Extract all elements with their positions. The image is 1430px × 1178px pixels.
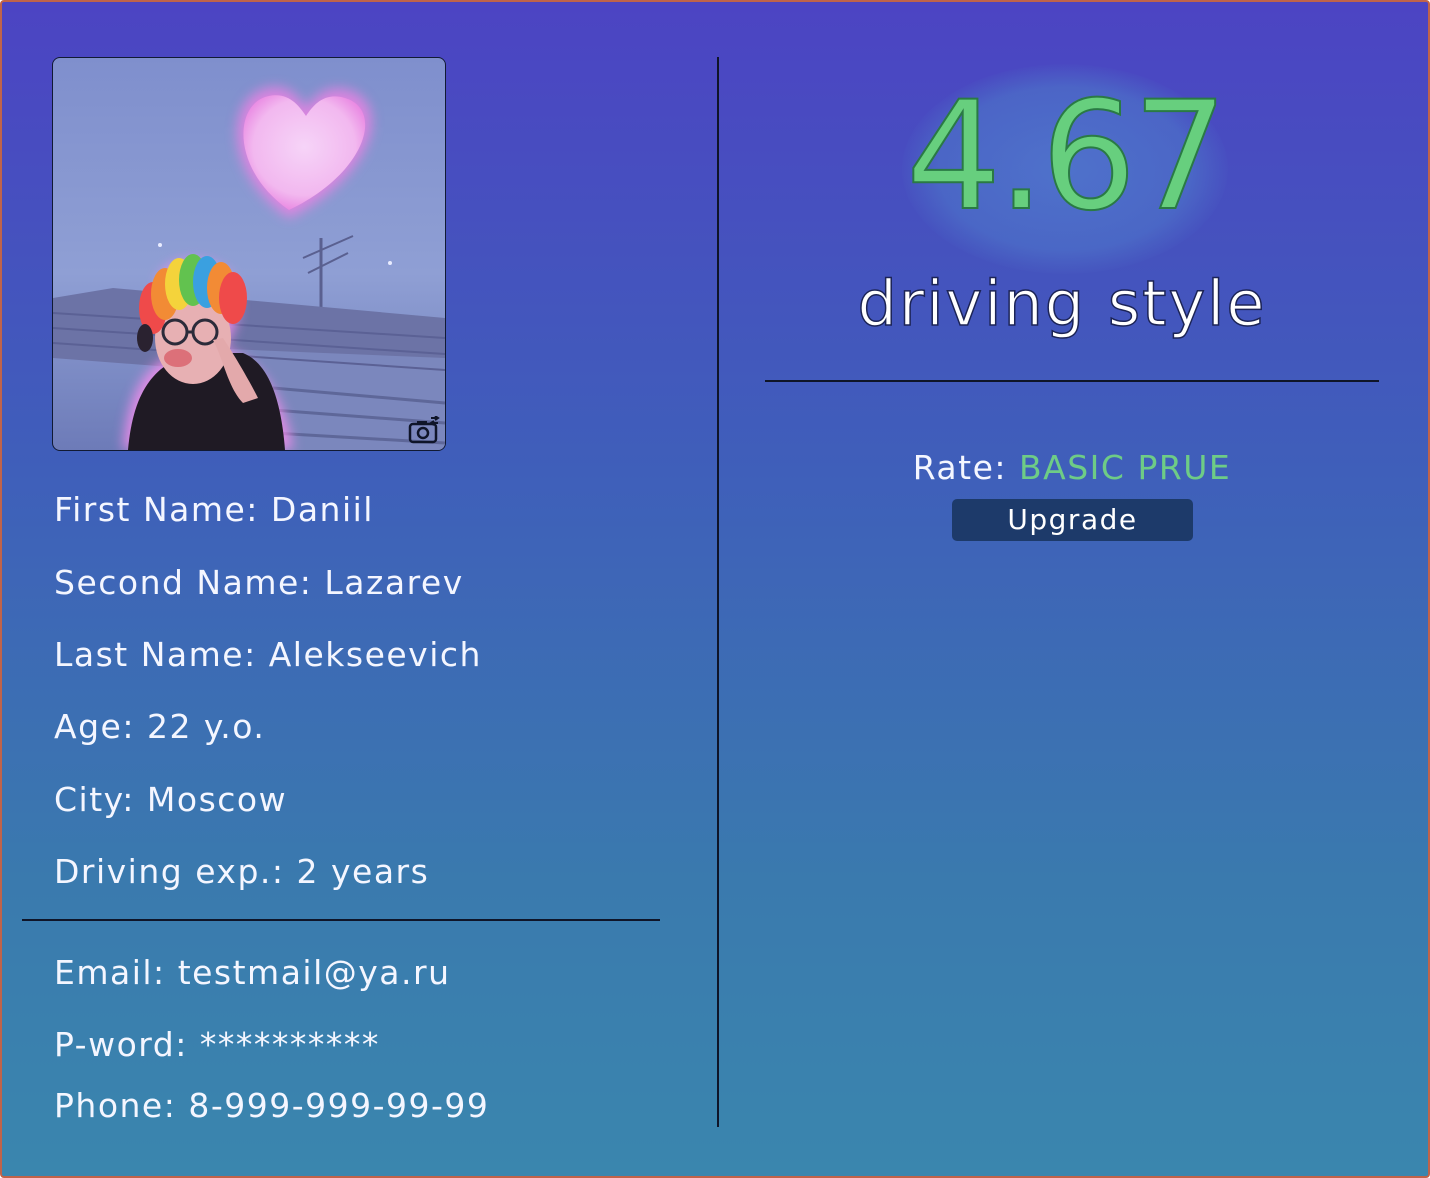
rate-plan: BASIC PRUE <box>1019 448 1232 487</box>
field-label: City: <box>54 780 135 819</box>
avatar <box>52 57 446 451</box>
phone-value: 8-999-999-99-99 <box>188 1086 490 1125</box>
driving-exp-row: Driving exp.: 2 years <box>54 853 429 891</box>
city-value: Moscow <box>146 780 288 819</box>
password-row: P-word: ********** <box>54 1026 380 1064</box>
score-caption: driving style <box>857 266 1267 341</box>
first-name-row: First Name: Daniil <box>54 491 374 529</box>
age-value: 22 y.o. <box>146 707 266 746</box>
password-value: ********** <box>199 1025 380 1064</box>
field-label: P-word: <box>54 1025 188 1064</box>
age-row: Age: 22 y.o. <box>54 708 265 746</box>
upgrade-button[interactable]: Upgrade <box>952 499 1193 541</box>
section-divider <box>22 919 660 921</box>
field-label: Last Name: <box>54 635 257 674</box>
rate-row: Rate: BASIC PRUE <box>872 448 1272 488</box>
avatar-photo <box>53 87 445 450</box>
profile-page: First Name: Daniil Second Name: Lazarev … <box>0 0 1430 1178</box>
field-label: Driving exp.: <box>54 852 285 891</box>
second-name-value: Lazarev <box>324 563 464 602</box>
email-row: Email: testmail@ya.ru <box>54 954 451 992</box>
second-name-row: Second Name: Lazarev <box>54 564 464 602</box>
first-name-value: Daniil <box>270 490 374 529</box>
column-divider <box>717 57 719 1127</box>
change-photo-button[interactable] <box>407 416 441 446</box>
field-label: Age: <box>54 707 135 746</box>
last-name-value: Alekseevich <box>268 635 482 674</box>
field-label: First Name: <box>54 490 259 529</box>
score-divider <box>765 380 1379 382</box>
field-label: Second Name: <box>54 563 313 602</box>
email-value: testmail@ya.ru <box>177 953 451 992</box>
phone-row: Phone: 8-999-999-99-99 <box>54 1087 489 1125</box>
driving-score: 4.67 <box>905 70 1229 244</box>
field-label: Phone: <box>54 1086 177 1125</box>
city-row: City: Moscow <box>54 781 287 819</box>
last-name-row: Last Name: Alekseevich <box>54 636 482 674</box>
driving-exp-value: 2 years <box>296 852 430 891</box>
field-label: Email: <box>54 953 166 992</box>
camera-switch-icon <box>408 416 440 444</box>
rate-label: Rate: <box>912 448 1008 487</box>
